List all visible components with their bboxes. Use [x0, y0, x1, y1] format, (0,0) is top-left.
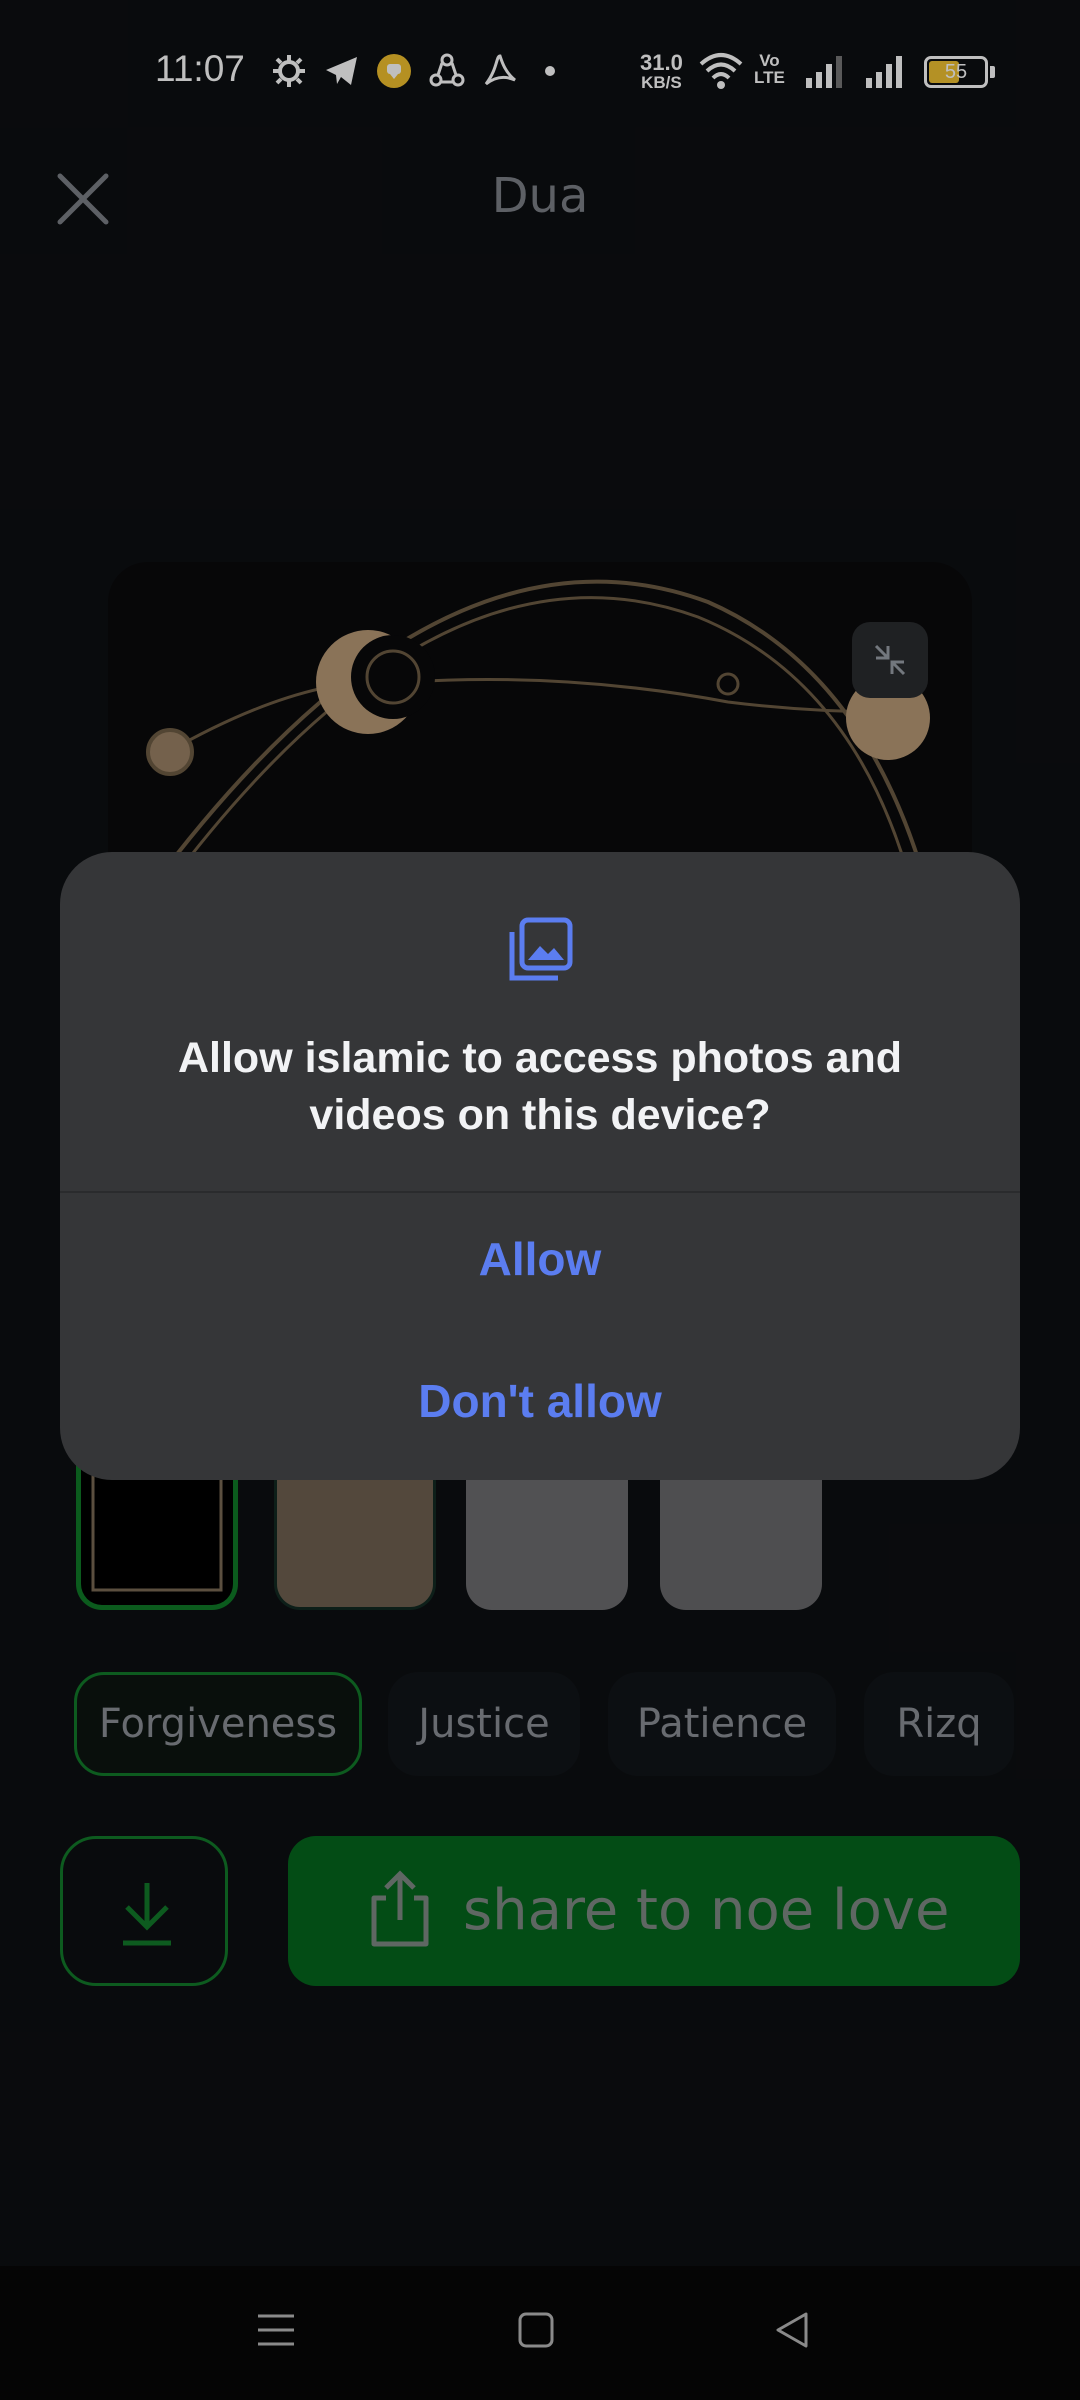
- home-icon[interactable]: [516, 2310, 556, 2350]
- allow-button[interactable]: Allow: [60, 1232, 1020, 1286]
- dont-allow-button[interactable]: Don't allow: [60, 1374, 1020, 1428]
- menu-icon[interactable]: [256, 2310, 296, 2350]
- photos-icon: [509, 917, 573, 981]
- back-icon[interactable]: [772, 2310, 812, 2350]
- dialog-divider: [60, 1191, 1020, 1193]
- dialog-title: Allow islamic to access photos and video…: [177, 1034, 903, 1139]
- system-nav-bar: [0, 2266, 1080, 2400]
- permission-dialog: Allow islamic to access photos and video…: [60, 852, 1020, 1480]
